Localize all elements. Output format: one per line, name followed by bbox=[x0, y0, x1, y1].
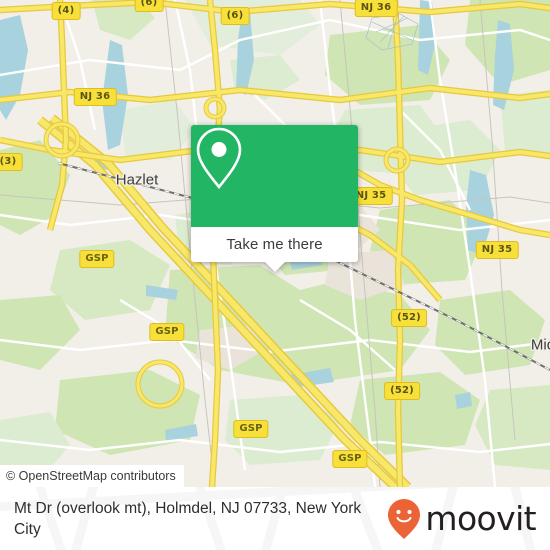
take-me-there-label: Take me there bbox=[226, 236, 323, 253]
highway-shield-52-a: (52) bbox=[391, 309, 427, 327]
moovit-wordmark: moovit bbox=[425, 499, 536, 538]
highway-shield-gsp-d: GSP bbox=[332, 450, 368, 468]
place-label-middletown: Mid bbox=[530, 336, 550, 354]
popup-header bbox=[191, 125, 358, 227]
highway-shield-nj36-b: NJ 36 bbox=[73, 88, 117, 106]
popup-action-row[interactable]: Take me there bbox=[191, 227, 358, 262]
highway-shield-52-b: (52) bbox=[384, 382, 420, 400]
highway-shield-6-b: (6) bbox=[220, 7, 250, 25]
map-canvas[interactable]: Hazlet Mid (4) (6) (6) NJ 36 NJ 36 (3) N… bbox=[0, 0, 550, 487]
osm-attribution[interactable]: © OpenStreetMap contributors bbox=[0, 465, 184, 487]
moovit-logo[interactable]: moovit bbox=[387, 498, 537, 540]
highway-shield-nj35-b: NJ 35 bbox=[475, 241, 519, 259]
highway-shield-gsp-c: GSP bbox=[233, 420, 269, 438]
location-popup-card[interactable]: Take me there bbox=[191, 125, 358, 272]
place-label-hazlet: Hazlet bbox=[115, 171, 159, 189]
highway-shield-nj36-a: NJ 36 bbox=[354, 0, 398, 17]
highway-shield-6-a: (6) bbox=[134, 0, 164, 12]
footer-bar: Mt Dr (overlook mt), Holmdel, NJ 07733, … bbox=[0, 487, 550, 550]
moovit-location-card: Hazlet Mid (4) (6) (6) NJ 36 NJ 36 (3) N… bbox=[0, 0, 550, 550]
highway-shield-gsp-b: GSP bbox=[149, 323, 185, 341]
highway-shield-4: (4) bbox=[51, 2, 81, 20]
location-address: Mt Dr (overlook mt), Holmdel, NJ 07733, … bbox=[14, 499, 362, 538]
highway-shield-gsp-a: GSP bbox=[79, 250, 115, 268]
highway-shield-3: (3) bbox=[0, 153, 23, 171]
moovit-pin-smiley-icon bbox=[388, 498, 421, 539]
map-pin-icon bbox=[196, 127, 242, 190]
popup-tail bbox=[263, 261, 286, 272]
